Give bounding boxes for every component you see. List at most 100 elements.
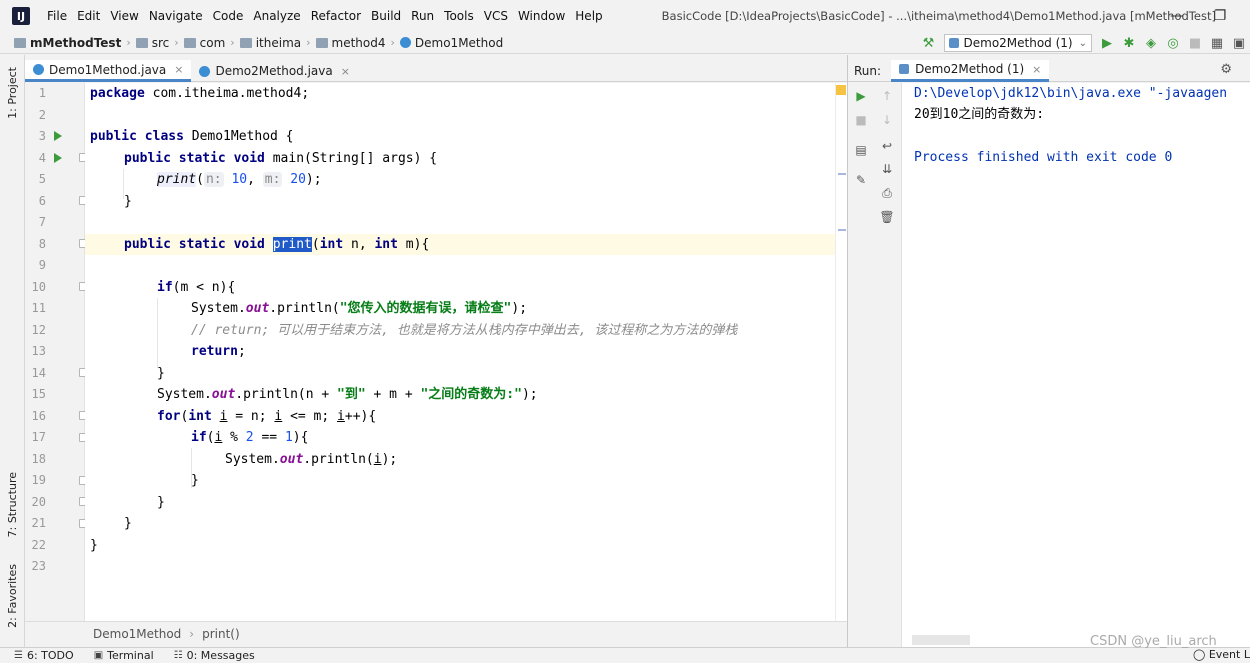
crumb-com[interactable]: com bbox=[183, 36, 225, 50]
menu-help[interactable]: Help bbox=[570, 0, 607, 32]
run-panel-header: Run: Demo2Method (1) × ⚙ bbox=[848, 59, 1250, 82]
editor-scrollbar[interactable] bbox=[835, 83, 847, 621]
run-configuration-select[interactable]: Demo2Method (1) ⌄ bbox=[943, 34, 1092, 52]
window-title: BasicCode [D:\IdeaProjects\BasicCode] - … bbox=[661, 9, 1216, 23]
chevron-right-icon: › bbox=[174, 36, 179, 49]
chevron-right-icon: › bbox=[306, 36, 311, 49]
layout-icon[interactable]: ▣ bbox=[1228, 32, 1250, 54]
line-number: 13 bbox=[31, 344, 46, 358]
menu-edit[interactable]: Edit bbox=[72, 0, 105, 32]
trash-icon[interactable]: 🗑 bbox=[878, 208, 896, 226]
main-menu: File Edit View Navigate Code Analyze Ref… bbox=[42, 0, 608, 32]
line-number: 15 bbox=[31, 387, 46, 401]
line-number: 17 bbox=[31, 430, 46, 444]
menu-window[interactable]: Window bbox=[513, 0, 570, 32]
code-line-8: public static void print(int n, int m){ bbox=[85, 233, 835, 255]
line-number: 8 bbox=[38, 236, 46, 251]
menu-file[interactable]: File bbox=[42, 0, 72, 32]
menu-vcs[interactable]: VCS bbox=[479, 0, 513, 32]
menu-view[interactable]: View bbox=[105, 0, 143, 32]
tool-tab-favorites[interactable]: 2: Favorites bbox=[2, 560, 22, 632]
scroll-to-end-icon[interactable]: ⇊ bbox=[878, 160, 896, 178]
code-line-14: } bbox=[157, 365, 165, 381]
chevron-right-icon: › bbox=[189, 627, 195, 641]
menu-analyze[interactable]: Analyze bbox=[248, 0, 305, 32]
code-line-11: System.out.println("您传入的数据有误，请检查"); bbox=[191, 301, 528, 316]
soft-wrap-icon[interactable]: ↩ bbox=[878, 137, 896, 155]
up-arrow-icon[interactable]: ↑ bbox=[878, 87, 896, 105]
close-icon[interactable]: × bbox=[174, 63, 183, 76]
run-tool-column: ▶ ■ ▤ ✎ ↑ ↓ ↩ ⇊ ⎙ 🗑 bbox=[848, 83, 902, 647]
menu-run[interactable]: Run bbox=[406, 0, 439, 32]
code-line-16: for(int i = n; i <= m; i++){ bbox=[157, 408, 377, 424]
event-log-icon: ◯ bbox=[1193, 648, 1206, 661]
analysis-warning-icon[interactable] bbox=[836, 85, 846, 95]
line-number: 1 bbox=[38, 86, 46, 100]
profile-icon[interactable]: ◎ bbox=[1162, 32, 1184, 54]
run-class-icon[interactable] bbox=[54, 131, 62, 141]
debug-icon[interactable]: ✱ bbox=[1118, 32, 1140, 54]
run-config-icon bbox=[948, 38, 959, 48]
run-config-icon bbox=[899, 64, 910, 74]
coverage-icon[interactable]: ◈ bbox=[1140, 32, 1162, 54]
stop-icon[interactable]: ■ bbox=[1184, 32, 1206, 54]
line-number: 12 bbox=[31, 322, 46, 337]
restore-icon[interactable]: ❐ bbox=[1200, 0, 1240, 32]
scroll-marker bbox=[838, 173, 846, 175]
console-line: Process finished with exit code 0 bbox=[914, 150, 1173, 165]
folder-icon bbox=[135, 37, 148, 48]
code-editor[interactable]: package com.itheima.method4; public clas… bbox=[85, 83, 835, 621]
code-line-18: System.out.println(i); bbox=[225, 451, 398, 467]
menu-build[interactable]: Build bbox=[366, 0, 406, 32]
restore-layout-icon[interactable]: ▤ bbox=[852, 141, 870, 159]
line-number: 18 bbox=[31, 451, 46, 466]
crumb-src[interactable]: src bbox=[135, 36, 169, 50]
minimize-icon[interactable]: — bbox=[1157, 0, 1197, 32]
menu-tools[interactable]: Tools bbox=[439, 0, 479, 32]
down-arrow-icon[interactable]: ↓ bbox=[878, 111, 896, 129]
close-icon[interactable]: × bbox=[1032, 63, 1041, 76]
pin-icon[interactable]: ✎ bbox=[852, 171, 870, 189]
run-tab-demo2method[interactable]: Demo2Method (1) × bbox=[891, 59, 1050, 82]
chevron-right-icon: › bbox=[126, 36, 131, 49]
print-icon[interactable]: ⎙ bbox=[878, 184, 896, 202]
line-number: 6 bbox=[38, 193, 46, 208]
line-number: 22 bbox=[31, 537, 46, 552]
line-number: 9 bbox=[38, 258, 46, 272]
tab-demo1method[interactable]: Demo1Method.java × bbox=[25, 60, 192, 82]
tab-demo2method[interactable]: Demo2Method.java × bbox=[191, 60, 357, 82]
crumb-class[interactable]: Demo1Method bbox=[399, 36, 503, 50]
tool-tab-project[interactable]: 1: Project bbox=[2, 63, 22, 123]
line-number: 2 bbox=[38, 107, 46, 122]
tool-messages[interactable]: ☷ 0: Messages bbox=[174, 649, 255, 662]
run-main-icon[interactable] bbox=[54, 152, 62, 163]
crumb-method4[interactable]: method4 bbox=[315, 36, 386, 50]
rerun-icon[interactable]: ▶ bbox=[852, 87, 870, 105]
run-icon[interactable]: ▶ bbox=[1096, 32, 1118, 54]
console-scrollbar[interactable] bbox=[912, 635, 970, 645]
crumb-itheima[interactable]: itheima bbox=[239, 36, 301, 50]
gear-icon[interactable]: ⚙ bbox=[1220, 62, 1232, 77]
event-log-button[interactable]: ◯ Event Log bbox=[1193, 648, 1250, 661]
close-icon[interactable]: × bbox=[341, 65, 350, 78]
console-output[interactable]: D:\Develop\jdk12\bin\java.exe "-javaagen… bbox=[902, 83, 1250, 647]
code-line-3: public class Demo1Method { bbox=[90, 129, 294, 144]
code-line-10: if(m < n){ bbox=[157, 279, 236, 295]
class-icon bbox=[399, 37, 411, 48]
line-number: 16 bbox=[31, 408, 46, 423]
tool-terminal[interactable]: ▣ Terminal bbox=[94, 649, 154, 662]
project-structure-icon[interactable]: ▦ bbox=[1206, 32, 1228, 54]
code-line-6: } bbox=[124, 193, 132, 209]
menu-code[interactable]: Code bbox=[208, 0, 249, 32]
breadcrumb-method[interactable]: print() bbox=[202, 627, 240, 641]
build-hammer-icon[interactable]: ⚒ bbox=[918, 32, 940, 54]
line-number: 4 bbox=[38, 150, 46, 165]
menu-refactor[interactable]: Refactor bbox=[306, 0, 366, 32]
stop-icon[interactable]: ■ bbox=[852, 111, 870, 129]
tool-tab-structure[interactable]: 7: Structure bbox=[2, 465, 22, 545]
crumb-project[interactable]: mMethodTest bbox=[14, 36, 121, 50]
code-line-4: public static void main(String[] args) { bbox=[124, 150, 438, 166]
tool-todo[interactable]: ☰ 6: TODO bbox=[14, 649, 74, 662]
menu-navigate[interactable]: Navigate bbox=[144, 0, 208, 32]
breadcrumb-class[interactable]: Demo1Method bbox=[93, 627, 181, 641]
